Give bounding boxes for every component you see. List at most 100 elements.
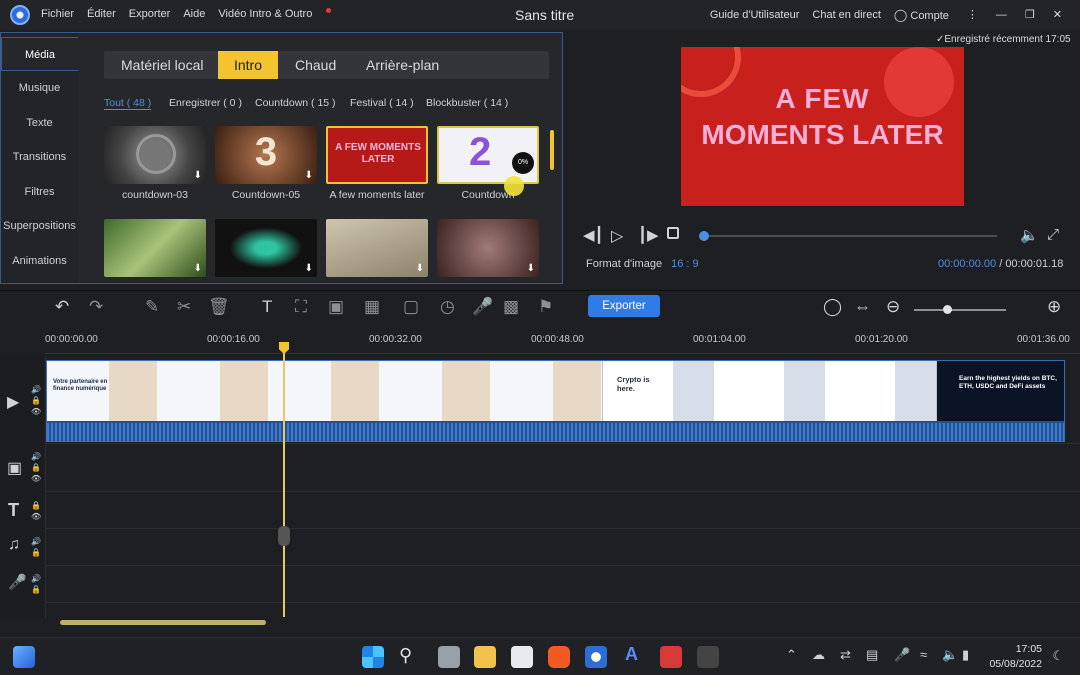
desktop-icon[interactable] <box>13 646 35 668</box>
menu-help[interactable]: Aide <box>183 8 205 20</box>
play-icon[interactable]: ▷ <box>611 226 623 246</box>
seek-knob[interactable] <box>699 231 709 241</box>
timeline-scrollbar[interactable] <box>60 620 266 625</box>
nav-filters[interactable]: Filtres <box>1 186 78 198</box>
menu-file[interactable]: Fichier <box>41 8 74 20</box>
overlay-track-controls[interactable]: 🔊 🔒 👁 <box>31 451 41 484</box>
playhead-line[interactable] <box>283 343 285 617</box>
filter-countdown[interactable]: Countdown ( 15 ) <box>255 97 336 109</box>
app-icon[interactable] <box>511 646 533 668</box>
filter-festival[interactable]: Festival ( 14 ) <box>350 97 414 109</box>
download-icon[interactable]: ⬇ <box>416 263 424 274</box>
nav-media[interactable]: Média <box>1 37 78 71</box>
tab-local-material[interactable]: Matériel local <box>121 51 203 79</box>
filter-all[interactable]: Tout ( 48 ) <box>104 97 152 110</box>
nav-overlays[interactable]: Superpositions <box>1 220 78 232</box>
playhead-drag-handle[interactable] <box>278 526 290 546</box>
cloud-icon[interactable]: ☁ <box>812 647 825 663</box>
camera-app-icon[interactable] <box>697 646 719 668</box>
thumb-countdown-03[interactable]: ⬇ <box>104 126 206 184</box>
fullscreen-icon[interactable]: ⤢ <box>1047 226 1059 243</box>
download-icon[interactable]: ⬇ <box>527 263 535 274</box>
brave-browser-icon[interactable] <box>548 646 570 668</box>
timeline-ruler[interactable]: 00:00:00.00 00:00:16.00 00:00:32.00 00:0… <box>45 328 1080 354</box>
zoom-slider-knob[interactable] <box>943 305 952 314</box>
volume-icon[interactable]: 🔈 <box>1020 226 1039 244</box>
menu-intro-outro[interactable]: Vidéo Intro & Outro <box>218 8 332 20</box>
download-icon[interactable]: ⬇ <box>305 170 313 181</box>
crop-icon[interactable]: ⛶ <box>295 297 307 317</box>
video-track-controls[interactable]: 🔊 🔒 👁 <box>31 384 41 417</box>
zoom-slider[interactable] <box>914 305 1006 314</box>
redo-icon[interactable]: ↷ <box>89 297 103 317</box>
nav-music[interactable]: Musique <box>1 82 78 94</box>
restore-icon[interactable]: ❐ <box>1025 8 1035 22</box>
recorder-icon[interactable] <box>660 646 682 668</box>
zoom-out-icon[interactable]: ⊖ <box>886 297 900 317</box>
voice-track-controls[interactable]: 🔊 🔒 <box>31 573 41 595</box>
thumb-paper[interactable]: ⬇ <box>326 219 428 277</box>
thumb-countdown[interactable]: 2 0% <box>437 126 539 184</box>
undo-icon[interactable]: ↶ <box>55 297 69 317</box>
tray-chevron-icon[interactable]: ⌃ <box>786 647 797 663</box>
battery-icon[interactable]: ▮ <box>962 647 969 663</box>
next-frame-icon[interactable]: ┃▶ <box>638 226 659 244</box>
zoom-in-icon[interactable]: ⊕ <box>1047 297 1061 317</box>
menu-edit[interactable]: Éditer <box>87 8 116 20</box>
text-tool-icon[interactable]: T <box>262 297 272 317</box>
pen-icon[interactable]: ✎ <box>145 297 159 317</box>
speed-icon[interactable]: ◷ <box>440 297 455 317</box>
microphone-icon[interactable]: 🎤 <box>472 297 493 317</box>
download-icon[interactable]: ⬇ <box>305 263 313 274</box>
tab-background[interactable]: Arrière-plan <box>366 51 439 79</box>
download-icon[interactable]: ⬇ <box>194 263 202 274</box>
minimize-icon[interactable]: — <box>996 8 1007 22</box>
nav-text[interactable]: Texte <box>1 117 78 129</box>
wifi-icon[interactable]: ≈ <box>920 647 927 662</box>
user-guide-link[interactable]: Guide d'Utilisateur <box>710 9 800 21</box>
download-icon[interactable]: ⬇ <box>194 170 202 181</box>
marker-icon[interactable]: ◯ <box>823 297 842 317</box>
video-editor-icon[interactable] <box>585 646 607 668</box>
media-scrollbar[interactable] <box>550 130 554 170</box>
font-app-icon[interactable]: A <box>625 644 638 665</box>
stats-icon[interactable]: ▤ <box>866 647 878 663</box>
color-fill-icon[interactable]: ⚑ <box>538 297 553 317</box>
task-view-icon[interactable] <box>438 646 460 668</box>
cut-icon[interactable]: ✂ <box>177 297 191 317</box>
live-chat-link[interactable]: Chat en direct <box>812 9 880 21</box>
video-preview[interactable]: A FEW MOMENTS LATER <box>681 47 964 206</box>
filter-saved[interactable]: Enregistrer ( 0 ) <box>169 97 242 109</box>
tab-intro[interactable]: Intro <box>218 51 278 79</box>
night-mode-icon[interactable]: ☾ <box>1052 648 1064 664</box>
file-explorer-icon[interactable] <box>474 646 496 668</box>
search-icon[interactable]: ⚲ <box>399 645 412 666</box>
account-button[interactable]: ◯ Compte <box>894 8 949 22</box>
freeze-icon[interactable]: ▢ <box>403 297 419 317</box>
thumb-countdown-05[interactable]: 3 ⬇ <box>215 126 317 184</box>
tab-hot[interactable]: Chaud <box>295 51 336 79</box>
speaker-icon[interactable]: 🔈 <box>942 647 958 663</box>
video-clip[interactable]: Votre partenaire en finance numérique Cr… <box>46 360 1065 442</box>
delete-icon[interactable]: 🗑 <box>208 297 230 317</box>
aspect-ratio-select[interactable]: 16 : 9 <box>671 258 699 270</box>
seek-bar[interactable] <box>699 231 997 241</box>
prev-frame-icon[interactable]: ◀┃ <box>583 226 604 244</box>
mosaic-icon[interactable]: ▦ <box>364 297 380 317</box>
fit-timeline-icon[interactable]: ⇔ <box>854 297 871 317</box>
record-screen-icon[interactable]: ▩ <box>503 297 519 317</box>
export-button[interactable]: Exporter <box>588 295 660 317</box>
text-track-controls[interactable]: 🔒 👁 <box>31 500 41 522</box>
settings-sliders-icon[interactable]: ⇄ <box>840 647 851 663</box>
thumb-a-few-moments-later[interactable]: A FEW MOMENTS LATER <box>326 126 428 184</box>
thumb-nature[interactable]: ⬇ <box>104 219 206 277</box>
clock[interactable]: 17:05 05/08/2022 <box>989 642 1042 672</box>
start-icon[interactable] <box>362 646 384 668</box>
thumb-3d[interactable]: ⬇ <box>437 219 539 277</box>
zoom-frame-icon[interactable]: ▣ <box>328 297 344 317</box>
thumb-glow[interactable]: ⬇ <box>215 219 317 277</box>
filter-blockbuster[interactable]: Blockbuster ( 14 ) <box>426 97 508 109</box>
mic-tray-icon[interactable]: 🎤 <box>894 647 910 663</box>
music-track-controls[interactable]: 🔊 🔒 <box>31 536 41 558</box>
nav-transitions[interactable]: Transitions <box>1 151 78 163</box>
